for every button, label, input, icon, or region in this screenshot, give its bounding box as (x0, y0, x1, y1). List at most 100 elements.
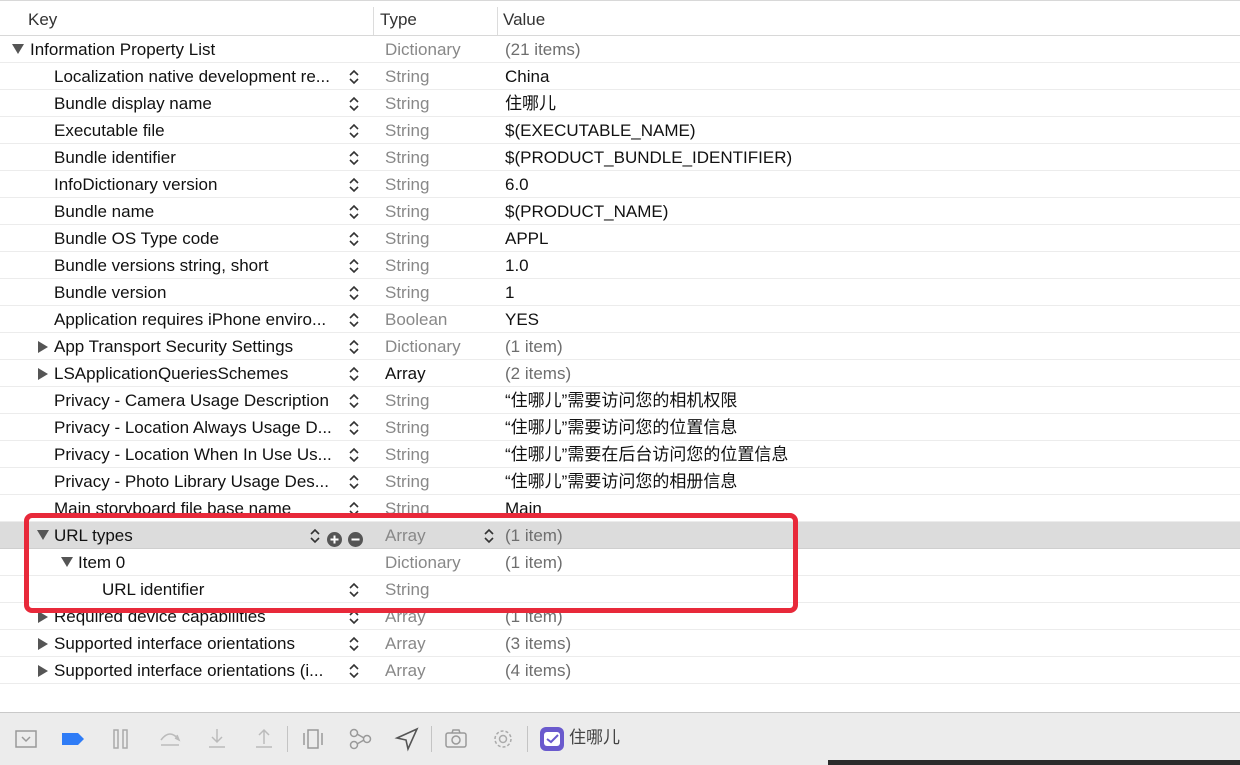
key-stepper-icon[interactable] (348, 581, 360, 599)
row-key[interactable]: Privacy - Photo Library Usage Des... (54, 468, 329, 495)
step-out-icon[interactable] (251, 726, 277, 752)
key-stepper-icon[interactable] (348, 149, 360, 167)
key-stepper-icon[interactable] (348, 203, 360, 221)
row-key[interactable]: Localization native development re... (54, 63, 330, 90)
key-stepper-icon[interactable] (348, 284, 360, 302)
plist-row[interactable]: Bundle OS Type code String APPL (0, 225, 1240, 252)
scheme-label[interactable]: 住哪儿 (569, 725, 620, 751)
row-type[interactable]: String (385, 90, 429, 117)
row-key[interactable]: URL identifier (102, 576, 204, 603)
plist-row[interactable]: App Transport Security Settings Dictiona… (0, 333, 1240, 360)
row-type[interactable]: String (385, 414, 429, 441)
row-type[interactable]: String (385, 63, 429, 90)
key-stepper-icon[interactable] (348, 257, 360, 275)
row-key[interactable]: Executable file (54, 117, 165, 144)
key-stepper-icon[interactable] (348, 392, 360, 410)
row-key[interactable]: Required device capabilities (54, 603, 266, 630)
row-value[interactable]: $(PRODUCT_NAME) (505, 198, 668, 225)
row-type[interactable]: String (385, 144, 429, 171)
row-type[interactable]: Array (385, 630, 426, 657)
row-value[interactable]: “住哪儿”需要访问您的相机权限 (505, 387, 737, 414)
environment-overrides-icon[interactable] (490, 726, 516, 752)
row-type[interactable]: String (385, 252, 429, 279)
plist-row[interactable]: URL identifier String (0, 576, 1240, 603)
disclosure-triangle-expanded-icon[interactable] (37, 522, 51, 549)
scheme-app-icon[interactable] (539, 726, 565, 752)
row-type[interactable]: String (385, 279, 429, 306)
row-key[interactable]: InfoDictionary version (54, 171, 217, 198)
plist-row[interactable]: Privacy - Location When In Use Us... Str… (0, 441, 1240, 468)
key-stepper-icon[interactable] (348, 635, 360, 653)
row-value[interactable]: APPL (505, 225, 548, 252)
key-stepper-icon[interactable] (348, 176, 360, 194)
row-value[interactable]: “住哪儿”需要访问您的相册信息 (505, 468, 737, 495)
disclosure-triangle-collapsed-icon[interactable] (38, 603, 52, 630)
plist-row[interactable]: Required device capabilities Array (1 it… (0, 603, 1240, 630)
row-type[interactable]: Array (385, 657, 426, 684)
row-key[interactable]: Bundle display name (54, 90, 212, 117)
key-stepper-icon[interactable] (348, 446, 360, 464)
row-value[interactable]: 1.0 (505, 252, 529, 279)
remove-item-button[interactable] (348, 528, 363, 547)
plist-row[interactable]: Executable file String $(EXECUTABLE_NAME… (0, 117, 1240, 144)
row-type[interactable]: String (385, 495, 429, 522)
disclosure-triangle-expanded-icon[interactable] (12, 36, 26, 63)
row-key[interactable]: Bundle version (54, 279, 166, 306)
row-key[interactable]: Supported interface orientations (54, 630, 295, 657)
row-value[interactable]: $(PRODUCT_BUNDLE_IDENTIFIER) (505, 144, 792, 171)
row-type[interactable]: String (385, 387, 429, 414)
step-over-icon[interactable] (157, 726, 183, 752)
row-key[interactable]: Bundle name (54, 198, 154, 225)
disclosure-triangle-expanded-icon[interactable] (61, 549, 75, 576)
row-type[interactable]: String (385, 171, 429, 198)
row-type[interactable]: String (385, 468, 429, 495)
row-value[interactable]: YES (505, 306, 539, 333)
disclosure-triangle-collapsed-icon[interactable] (38, 657, 52, 684)
key-stepper-icon[interactable] (348, 122, 360, 140)
simulate-location-icon[interactable] (394, 726, 420, 752)
row-type[interactable]: Array (385, 603, 426, 630)
plist-row[interactable]: Bundle name String $(PRODUCT_NAME) (0, 198, 1240, 225)
plist-row[interactable]: Main storyboard file base name String Ma… (0, 495, 1240, 522)
row-key[interactable]: Bundle OS Type code (54, 225, 219, 252)
row-value[interactable]: “住哪儿”需要在后台访问您的位置信息 (505, 441, 788, 468)
disclosure-triangle-collapsed-icon[interactable] (38, 630, 52, 657)
row-type[interactable]: Boolean (385, 306, 447, 333)
column-header-value[interactable]: Value (503, 1, 545, 37)
key-stepper-icon[interactable] (348, 473, 360, 491)
plist-row[interactable]: Bundle version String 1 (0, 279, 1240, 306)
key-stepper-icon[interactable] (348, 68, 360, 86)
plist-row[interactable]: Privacy - Camera Usage Description Strin… (0, 387, 1240, 414)
row-key[interactable]: Privacy - Camera Usage Description (54, 387, 329, 414)
plist-row[interactable]: Privacy - Location Always Usage D... Str… (0, 414, 1240, 441)
column-header-key[interactable]: Key (28, 1, 57, 37)
type-stepper-icon[interactable] (483, 527, 495, 545)
screenshot-icon[interactable] (443, 726, 469, 752)
plist-row[interactable]: LSApplicationQueriesSchemes Array (2 ite… (0, 360, 1240, 387)
row-type[interactable]: Dictionary (385, 333, 461, 360)
plist-row[interactable]: InfoDictionary version String 6.0 (0, 171, 1240, 198)
disclosure-triangle-collapsed-icon[interactable] (38, 333, 52, 360)
hide-debug-area-icon[interactable] (13, 726, 39, 752)
row-key[interactable]: Application requires iPhone enviro... (54, 306, 326, 333)
column-header-type[interactable]: Type (380, 1, 417, 37)
key-stepper-icon[interactable] (309, 527, 321, 545)
column-divider[interactable] (497, 7, 498, 35)
row-key[interactable]: Privacy - Location Always Usage D... (54, 414, 332, 441)
row-key[interactable]: Privacy - Location When In Use Us... (54, 441, 332, 468)
row-key[interactable]: URL types (54, 522, 133, 549)
key-stepper-icon[interactable] (348, 608, 360, 626)
add-item-button[interactable] (327, 528, 342, 547)
row-key[interactable]: Bundle identifier (54, 144, 176, 171)
step-into-icon[interactable] (204, 726, 230, 752)
key-stepper-icon[interactable] (348, 365, 360, 383)
plist-row[interactable]: Bundle versions string, short String 1.0 (0, 252, 1240, 279)
key-stepper-icon[interactable] (348, 419, 360, 437)
row-value[interactable]: 6.0 (505, 171, 529, 198)
row-key[interactable]: Bundle versions string, short (54, 252, 269, 279)
row-value[interactable]: China (505, 63, 549, 90)
row-type[interactable]: Array (385, 360, 426, 387)
row-key[interactable]: Main storyboard file base name (54, 495, 291, 522)
key-stepper-icon[interactable] (348, 230, 360, 248)
key-stepper-icon[interactable] (348, 311, 360, 329)
